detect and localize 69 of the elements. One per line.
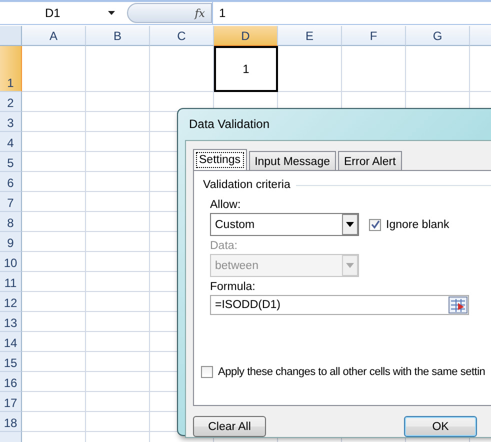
dialog-button[interactable]: OK <box>404 416 477 437</box>
row-header[interactable]: 14 <box>0 332 22 352</box>
column-header[interactable]: G <box>406 26 470 46</box>
allow-dropdown[interactable]: Custom <box>210 213 359 236</box>
dialog-button[interactable]: Clear All <box>193 416 266 437</box>
row-header[interactable]: 17 <box>0 392 22 412</box>
table-cell <box>22 232 86 252</box>
field-label: Formula: <box>210 281 256 293</box>
table-cell <box>22 252 86 272</box>
table-cell <box>86 92 150 112</box>
row-header[interactable]: 13 <box>0 312 22 332</box>
table-cell <box>22 292 86 312</box>
row-header[interactable]: 16 <box>0 372 22 392</box>
row-header[interactable]: 18 <box>0 412 22 432</box>
table-cell <box>22 412 86 432</box>
formula-field[interactable]: 1 <box>212 2 491 24</box>
column-header[interactable]: A <box>22 26 86 46</box>
row-header[interactable]: 1 <box>0 46 22 92</box>
select-all-button[interactable] <box>0 26 22 46</box>
table-cell <box>22 212 86 232</box>
section-title: Validation criteria <box>203 179 290 191</box>
table-cell <box>22 112 86 132</box>
tab[interactable]: Input Message <box>248 151 336 171</box>
row-header[interactable]: 8 <box>0 212 22 232</box>
row-header[interactable]: 9 <box>0 232 22 252</box>
name-box[interactable]: D1 <box>0 2 127 24</box>
row-header[interactable]: 7 <box>0 192 22 212</box>
field-label: Allow: <box>210 199 242 211</box>
column-header[interactable]: D <box>214 26 278 46</box>
table-cell <box>22 352 86 372</box>
column-header[interactable]: B <box>86 26 150 46</box>
table-cell <box>22 192 86 212</box>
column-header[interactable]: F <box>342 26 406 46</box>
checkbox[interactable] <box>369 218 381 230</box>
table-cell <box>22 152 86 172</box>
table-cell <box>22 46 86 92</box>
formula-input[interactable]: =ISODD(D1) <box>210 295 469 315</box>
row-header[interactable]: 4 <box>0 132 22 152</box>
checkbox-label: Apply these changes to all other cells with the same settin <box>218 366 486 378</box>
column-header[interactable]: C <box>150 26 214 46</box>
caret-icon[interactable] <box>108 11 116 15</box>
row-header[interactable]: 11 <box>0 272 22 292</box>
row-header[interactable]: 10 <box>0 252 22 272</box>
table-cell <box>22 392 86 412</box>
table-cell <box>22 172 86 192</box>
range-select-icon[interactable] <box>448 296 468 314</box>
row-header[interactable]: 15 <box>0 352 22 372</box>
active-cell[interactable]: 1 <box>214 46 278 92</box>
table-cell <box>22 372 86 392</box>
row-header[interactable]: 3 <box>0 112 22 132</box>
tab[interactable]: Error Alert <box>338 151 402 171</box>
tab[interactable]: Settings <box>193 149 247 171</box>
table-cell <box>86 46 150 92</box>
row-header[interactable]: 12 <box>0 292 22 312</box>
table-cell <box>22 332 86 352</box>
table-cell <box>22 132 86 152</box>
table-cell <box>22 272 86 292</box>
row-header[interactable]: 5 <box>0 152 22 172</box>
field-label: Data: <box>210 240 238 252</box>
table-cell <box>22 312 86 332</box>
table-cell <box>22 92 86 112</box>
table-cell <box>150 46 214 92</box>
insert-function-button[interactable]: fx <box>127 3 212 23</box>
column-header[interactable]: E <box>278 26 342 46</box>
checkbox-label: Ignore blank <box>386 218 450 230</box>
row-header[interactable]: 6 <box>0 172 22 192</box>
checkbox[interactable] <box>201 366 213 378</box>
dialog-title: Data Validation <box>188 116 270 133</box>
row-header[interactable]: 2 <box>0 92 22 112</box>
